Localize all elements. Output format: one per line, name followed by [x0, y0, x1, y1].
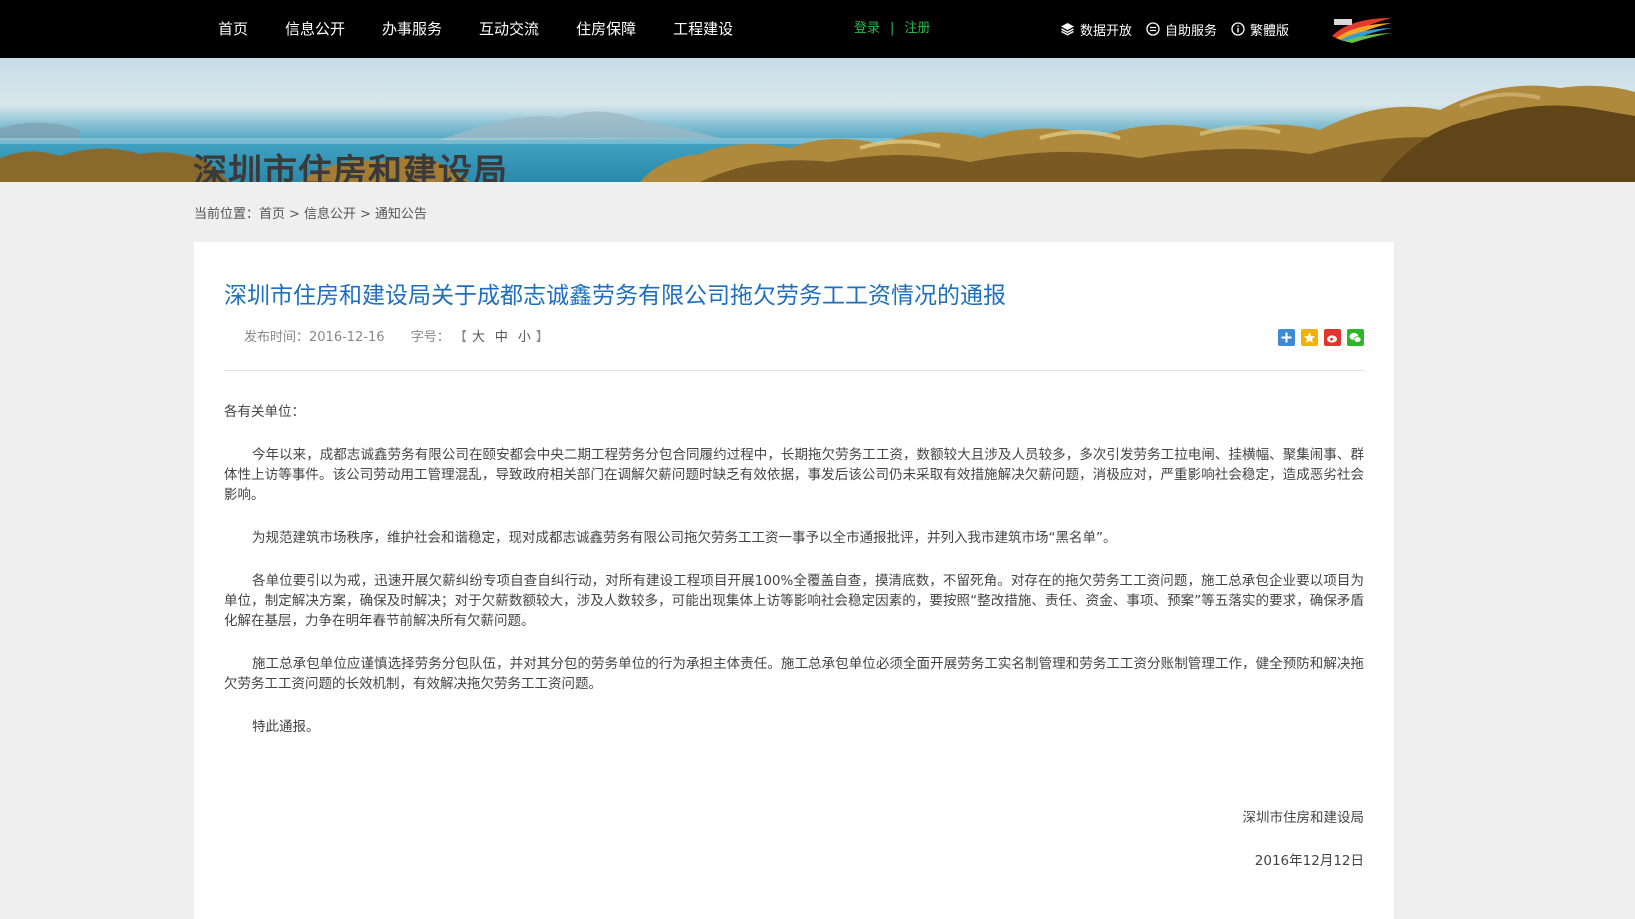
- site-title: 深圳市住房和建设局: [193, 152, 508, 182]
- register-link[interactable]: 注册: [904, 21, 930, 36]
- article-meta: 发布时间：2016-12-16 字号： 【大中小】: [244, 326, 549, 345]
- issuer-signature: 深圳市住房和建设局: [1242, 810, 1365, 826]
- greeting: 各有关单位：: [224, 404, 305, 420]
- wechat-icon[interactable]: [1347, 329, 1364, 346]
- publish-date: 发布时间：2016-12-16: [244, 330, 385, 345]
- font-size-label: 字号：: [410, 330, 450, 345]
- info-icon: [1231, 22, 1245, 36]
- auth-links: 登录 | 注册: [854, 0, 930, 58]
- title-divider: [224, 370, 1364, 371]
- nav-services[interactable]: 办事服务: [382, 0, 442, 58]
- layers-icon: [1061, 23, 1074, 36]
- nav-home[interactable]: 首页: [218, 0, 248, 58]
- paragraph: 各单位要引以为戒，迅速开展欠薪纠纷专项自查自纠行动，对所有建设工程项目开展100…: [224, 573, 1364, 629]
- paragraph: 为规范建筑市场秩序，维护社会和谐稳定，现对成都志诚鑫劳务有限公司拖欠劳务工工资一…: [252, 530, 1117, 546]
- article-title: 深圳市住房和建设局关于成都志诚鑫劳务有限公司拖欠劳务工工资情况的通报: [224, 283, 1006, 309]
- signature-block: 深圳市住房和建设局 2016年12月12日: [1243, 808, 1365, 894]
- issue-date: 2016年12月12日: [1254, 853, 1364, 869]
- font-size-medium[interactable]: 中: [495, 330, 508, 345]
- self-service-label: 自助服务: [1165, 23, 1218, 39]
- share-more-icon[interactable]: [1278, 329, 1295, 346]
- top-navbar: 首页 信息公开 办事服务 互动交流 住房保障 工程建设 登录 | 注册 数据开放 自…: [0, 0, 1635, 58]
- traditional-chinese-link[interactable]: 繁體版: [1231, 20, 1289, 39]
- article-panel: 深圳市住房和建设局关于成都志诚鑫劳务有限公司拖欠劳务工工资情况的通报 发布时间：…: [194, 242, 1394, 919]
- breadcrumb-home[interactable]: 首页: [259, 207, 285, 222]
- data-open-label: 数据开放: [1080, 23, 1133, 39]
- closing-line: 特此通报。: [252, 719, 320, 735]
- font-size-small[interactable]: 小: [518, 330, 531, 345]
- main-menu: 首页 信息公开 办事服务 互动交流 住房保障 工程建设: [218, 0, 770, 58]
- paragraph: 施工总承包单位应谨慎选择劳务分包队伍，并对其分包的劳务单位的行为承担主体责任。施…: [224, 656, 1364, 692]
- paragraph: 今年以来，成都志诚鑫劳务有限公司在颐安都会中央二期工程劳务分包合同履约过程中，长…: [224, 447, 1364, 503]
- nav-interaction[interactable]: 互动交流: [479, 0, 539, 58]
- breadcrumb-prefix: 当前位置：: [194, 207, 260, 222]
- auth-separator: |: [890, 21, 895, 36]
- city-logo[interactable]: [1330, 14, 1394, 44]
- font-size-bracket-open: 【: [453, 330, 467, 345]
- breadcrumb-separator: >: [289, 207, 300, 222]
- breadcrumb-bar: 当前位置：首页 > 信息公开 > 通知公告: [0, 182, 1635, 242]
- data-open-link[interactable]: 数据开放: [1060, 20, 1132, 39]
- self-service-link[interactable]: 自助服务: [1146, 20, 1217, 39]
- qzone-icon[interactable]: [1301, 329, 1318, 346]
- nav-housing[interactable]: 住房保障: [576, 0, 636, 58]
- service-icon: [1146, 22, 1160, 36]
- breadcrumb-separator: >: [359, 207, 371, 222]
- login-link[interactable]: 登录: [854, 21, 880, 36]
- share-buttons: [1272, 329, 1364, 346]
- breadcrumb-notices[interactable]: 通知公告: [375, 207, 427, 222]
- traditional-chinese-label: 繁體版: [1250, 23, 1290, 39]
- nav-info-disclosure[interactable]: 信息公开: [285, 0, 345, 58]
- font-size-bracket-close: 】: [535, 330, 549, 345]
- header-tools: 数据开放 自助服务 繁體版: [1060, 0, 1303, 58]
- nav-construction[interactable]: 工程建设: [673, 0, 733, 58]
- breadcrumb: 当前位置：首页 > 信息公开 > 通知公告: [194, 203, 427, 222]
- breadcrumb-info-disclosure[interactable]: 信息公开: [304, 207, 356, 222]
- site-banner: 深圳市住房和建设局: [0, 58, 1635, 182]
- font-size-large[interactable]: 大: [472, 330, 485, 345]
- article-body: 各有关单位： 今年以来，成都志诚鑫劳务有限公司在颐安都会中央二期工程劳务分包合同…: [224, 402, 1364, 760]
- weibo-icon[interactable]: [1324, 329, 1341, 346]
